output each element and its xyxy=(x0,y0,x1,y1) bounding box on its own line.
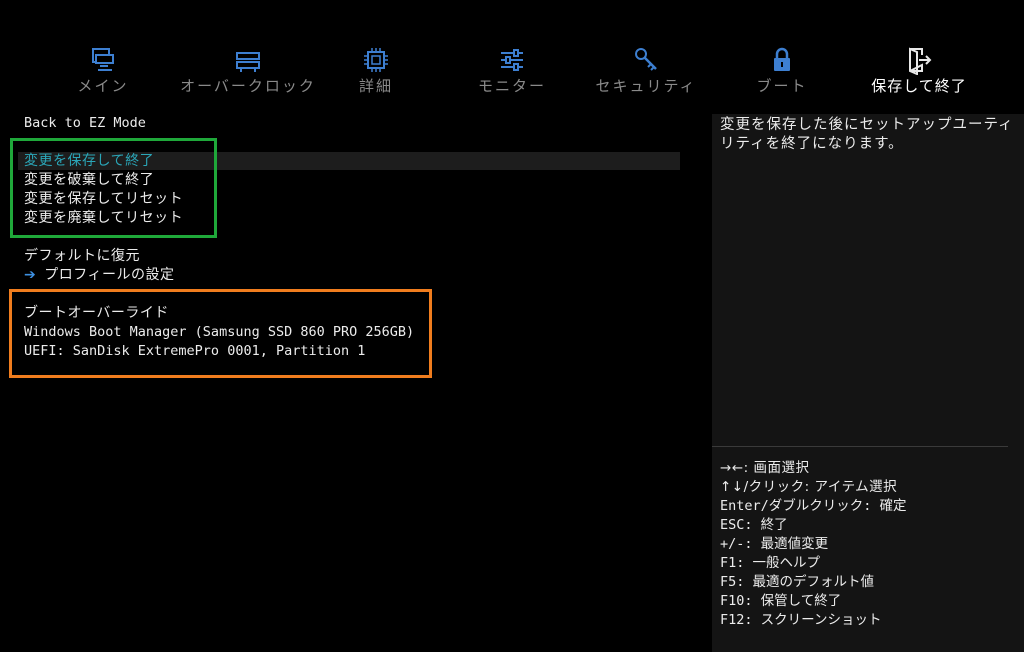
restore-defaults[interactable]: デフォルトに復元 xyxy=(24,245,140,265)
help-divider xyxy=(712,446,1008,447)
tab-save-exit[interactable]: 保存して終了 xyxy=(844,40,994,100)
tab-monitor[interactable]: モニター xyxy=(437,40,587,100)
key-legend-item: F12: スクリーンショット xyxy=(720,612,882,628)
profile-settings-label: プロフィールの設定 xyxy=(44,267,175,283)
tab-security-label: セキュリティ xyxy=(595,77,697,95)
key-legend-item: ↑↓/クリック: アイテム選択 xyxy=(720,479,898,495)
tab-advanced-label: 詳細 xyxy=(358,77,393,95)
help-description: 変更を保存した後にセットアップユーティリティを終了になります。 xyxy=(720,117,1014,152)
monitor-pc-icon xyxy=(92,48,114,71)
tab-advanced[interactable]: 詳細 xyxy=(301,40,451,100)
key-legend-item: Enter/ダブルクリック: 確定 xyxy=(720,498,907,514)
key-legend-item: F1: 一般ヘルプ xyxy=(720,555,821,571)
arrow-right-icon: ➔ xyxy=(24,267,37,283)
key-legend-item: +/-: 最適値変更 xyxy=(720,536,829,552)
sliders-icon xyxy=(501,49,523,71)
key-legend-item: F5: 最適のデフォルト値 xyxy=(720,574,875,590)
tab-boot-label: ブート xyxy=(756,77,808,95)
back-to-ez-mode[interactable]: Back to EZ Mode xyxy=(24,115,146,131)
help-panel: 変更を保存した後にセットアップユーティリティを終了になります。 →←: 画面選択… xyxy=(712,114,1024,652)
tab-boot[interactable]: ブート xyxy=(707,40,857,100)
profile-settings[interactable]: ➔ プロフィールの設定 xyxy=(24,264,174,284)
memory-module-icon xyxy=(236,52,260,72)
exit-door-icon xyxy=(909,47,932,75)
highlight-box-orange xyxy=(9,289,432,378)
key-legend-item: ESC: 終了 xyxy=(720,517,788,533)
tab-main-label: メイン xyxy=(77,77,129,95)
key-legend-item: →←: 画面選択 xyxy=(720,460,810,476)
highlight-box-green xyxy=(10,138,217,238)
key-legend-item: F10: 保管して終了 xyxy=(720,593,842,609)
top-tab-bar: メイン オーバークロック 詳細 モニター セキュリティ ブート 保存して終了 xyxy=(0,40,1024,100)
lock-icon xyxy=(774,47,790,71)
tab-security[interactable]: セキュリティ xyxy=(571,40,721,100)
tab-main[interactable]: メイン xyxy=(28,40,178,100)
tab-save-exit-label: 保存して終了 xyxy=(871,77,967,95)
cpu-chip-icon xyxy=(364,48,388,72)
tab-monitor-label: モニター xyxy=(477,77,546,95)
key-icon xyxy=(635,48,657,71)
